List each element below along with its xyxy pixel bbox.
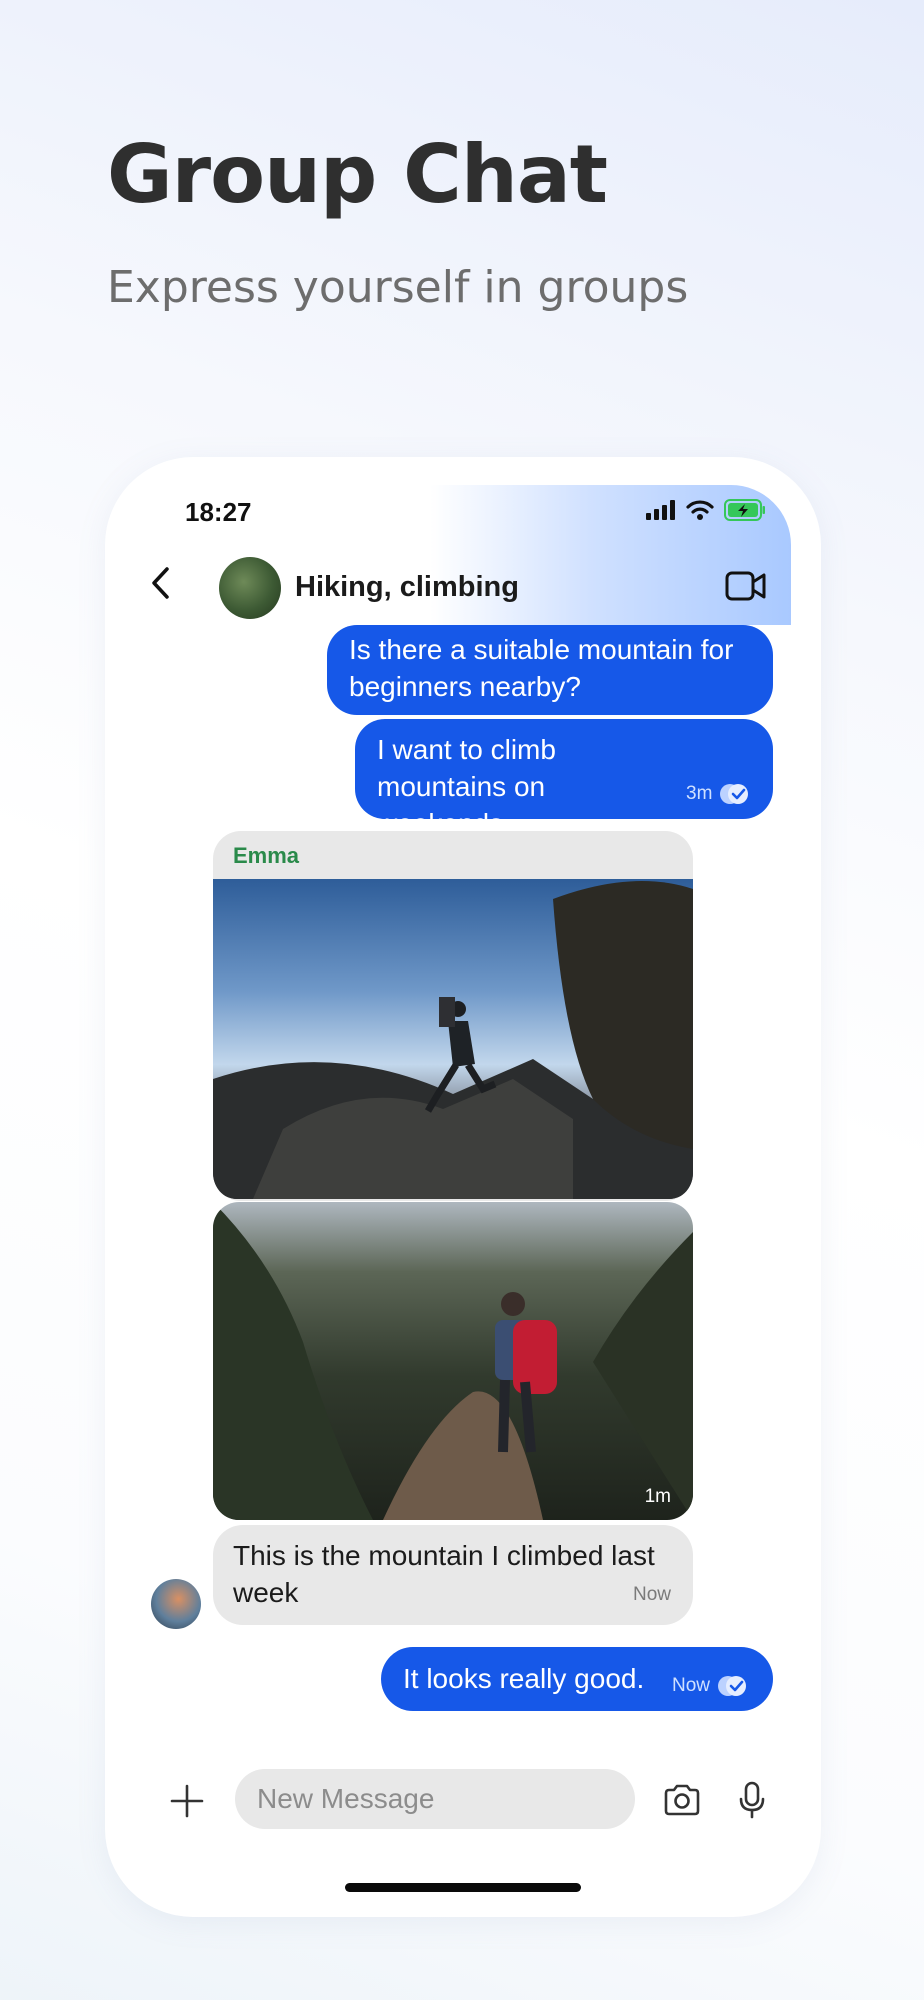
message-time: 3m (686, 783, 713, 804)
message-card-incoming[interactable]: Emma (213, 831, 693, 1201)
attach-button[interactable] (169, 1783, 205, 1819)
photo-trail-hiker (213, 1202, 693, 1520)
read-receipt-icon (718, 1676, 747, 1696)
home-indicator (345, 1883, 581, 1892)
message-text: I want to climb mountains on weekends. (377, 734, 556, 839)
message-time: Now (672, 1675, 711, 1696)
camera-button[interactable] (663, 1783, 701, 1817)
message-meta: 3m (686, 783, 750, 805)
signal-icon (646, 500, 675, 520)
status-time: 18:27 (185, 497, 252, 527)
message-input[interactable]: New Message (235, 1769, 635, 1829)
group-name[interactable]: Hiking, climbing (295, 571, 519, 604)
video-call-button[interactable] (725, 569, 767, 603)
sender-name: Emma (233, 843, 300, 868)
message-text: This is the mountain I climbed last week (233, 1540, 655, 1608)
photo-message[interactable] (213, 879, 693, 1199)
sender-avatar[interactable] (151, 1579, 201, 1629)
chevron-left-icon (152, 567, 169, 599)
camera-icon (664, 1784, 700, 1816)
back-button[interactable] (143, 563, 183, 603)
promo-subtitle: Express yourself in groups (107, 262, 689, 313)
phone-frame: 18:27 Hiking, climbing Is there a suitab… (105, 457, 821, 1917)
plus-icon (170, 1784, 204, 1818)
message-time: Now (632, 1584, 671, 1605)
promo-title: Group Chat (107, 128, 608, 221)
microphone-icon (739, 1781, 765, 1819)
message-text: It looks really good. (403, 1663, 645, 1694)
message-bubble-outgoing[interactable]: Is there a suitable mountain for beginne… (327, 625, 773, 715)
status-icons (646, 499, 766, 521)
wifi-icon (686, 500, 714, 520)
battery-icon (724, 499, 765, 521)
message-meta: Now (672, 1675, 748, 1697)
photo-message[interactable]: 1m (213, 1202, 693, 1520)
message-bubble-incoming[interactable]: This is the mountain I climbed last week… (213, 1525, 693, 1625)
photo-rocky-summit (213, 881, 693, 1199)
microphone-button[interactable] (737, 1781, 767, 1819)
video-camera-icon (725, 571, 766, 601)
read-receipt-icon (720, 784, 749, 804)
message-text: Is there a suitable mountain for beginne… (349, 634, 734, 702)
group-avatar[interactable] (219, 557, 281, 619)
message-time: 1m (644, 1486, 671, 1507)
